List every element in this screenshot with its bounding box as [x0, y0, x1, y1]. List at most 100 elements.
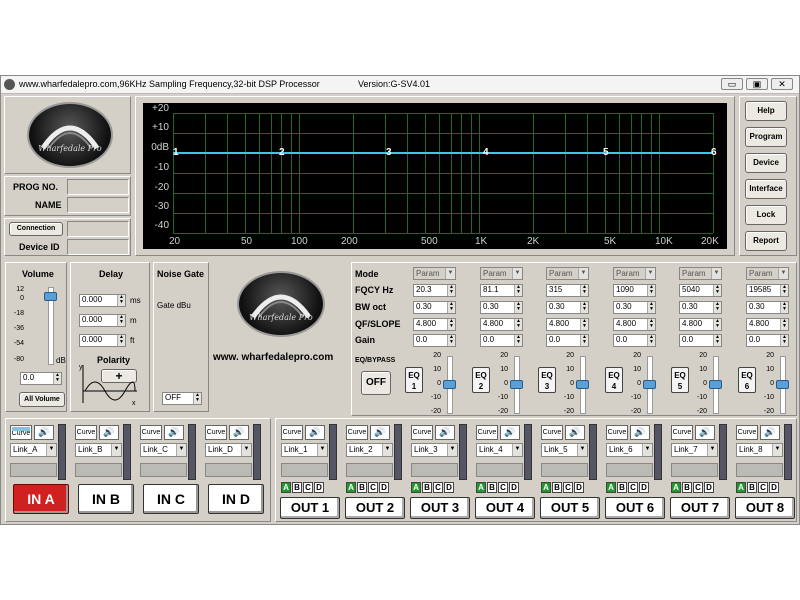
spin-arrows-icon[interactable]: ▲ ▼ — [193, 393, 201, 404]
spin-arrows-icon[interactable]: ▲ ▼ — [514, 285, 522, 296]
route-a-toggle[interactable]: A — [606, 482, 616, 493]
name-field[interactable] — [67, 197, 129, 213]
output-8-select-button[interactable]: OUT 8 — [735, 497, 795, 519]
route-c-toggle[interactable]: C — [563, 482, 573, 493]
volume-fader-handle[interactable] — [44, 292, 57, 302]
eq-node-4[interactable]: 4 — [483, 147, 489, 158]
route-b-toggle[interactable]: B — [487, 482, 497, 493]
input-1-select-button[interactable]: IN B — [78, 484, 134, 514]
speaker-icon[interactable]: 🔊 — [229, 425, 249, 440]
route-a-toggle[interactable]: A — [541, 482, 551, 493]
eq-mode-select[interactable]: Param ▼ — [746, 267, 789, 280]
curve-button[interactable]: Curve — [476, 425, 498, 440]
interface-button[interactable]: Interface — [745, 179, 787, 199]
frequency-response-graph[interactable]: +20 +10 0dB -10 -20 -30 -40 20 50 100 20… — [143, 103, 727, 249]
eq-gain-field[interactable]: 0.0 ▲ ▼ — [679, 334, 722, 347]
volume-value-field[interactable]: 0.0 ▲ ▼ — [20, 372, 62, 385]
eq-gain-fader-handle[interactable] — [576, 380, 589, 389]
route-d-toggle[interactable]: D — [509, 482, 519, 493]
speaker-icon[interactable]: 🔊 — [695, 425, 715, 440]
spin-arrows-icon[interactable]: ▲ ▼ — [713, 302, 721, 313]
eq-gain-field[interactable]: 0.0 ▲ ▼ — [546, 334, 589, 347]
route-d-toggle[interactable]: D — [639, 482, 649, 493]
spin-arrows-icon[interactable]: ▲ ▼ — [580, 285, 588, 296]
speaker-icon[interactable]: 🔊 — [34, 425, 54, 440]
spin-arrows-icon[interactable]: ▲ ▼ — [117, 335, 125, 346]
eq-node-2[interactable]: 2 — [279, 147, 285, 158]
eq-node-3[interactable]: 3 — [386, 147, 392, 158]
spin-arrows-icon[interactable]: ▲ ▼ — [647, 302, 655, 313]
output-6-select-button[interactable]: OUT 6 — [605, 497, 665, 519]
eq-mode-select[interactable]: Param ▼ — [480, 267, 523, 280]
lock-button[interactable]: Lock — [745, 205, 787, 225]
eq-qf-slope-field[interactable]: 4.800 ▲ ▼ — [679, 318, 722, 331]
spin-arrows-icon[interactable]: ▲ ▼ — [647, 319, 655, 330]
chevron-down-icon[interactable]: ▼ — [512, 444, 522, 456]
spin-arrows-icon[interactable]: ▲ ▼ — [447, 285, 455, 296]
route-a-toggle[interactable]: A — [671, 482, 681, 493]
spin-arrows-icon[interactable]: ▲ ▼ — [580, 319, 588, 330]
eq-node-5[interactable]: 5 — [603, 147, 609, 158]
chevron-down-icon[interactable]: ▼ — [382, 444, 392, 456]
chevron-down-icon[interactable]: ▼ — [512, 268, 522, 279]
eq-qf-slope-field[interactable]: 4.800 ▲ ▼ — [546, 318, 589, 331]
eq-gain-field[interactable]: 0.0 ▲ ▼ — [413, 334, 456, 347]
speaker-icon[interactable]: 🔊 — [630, 425, 650, 440]
spin-arrows-icon[interactable]: ▲ ▼ — [514, 335, 522, 346]
eq-frequency-field[interactable]: 81.1 ▲ ▼ — [480, 284, 523, 297]
route-c-toggle[interactable]: C — [498, 482, 508, 493]
eq-gain-fader-handle[interactable] — [709, 380, 722, 389]
eq-frequency-field[interactable]: 20.3 ▲ ▼ — [413, 284, 456, 297]
minimize-button[interactable]: ▭ — [721, 78, 743, 90]
spin-arrows-icon[interactable]: ▲ ▼ — [117, 315, 125, 326]
chevron-down-icon[interactable]: ▼ — [578, 268, 588, 279]
curve-button[interactable]: Curve — [281, 425, 303, 440]
eq-qf-slope-field[interactable]: 4.800 ▲ ▼ — [613, 318, 656, 331]
help-button[interactable]: Help — [745, 101, 787, 121]
curve-button[interactable]: Curve — [411, 425, 433, 440]
report-button[interactable]: Report — [745, 231, 787, 251]
route-c-toggle[interactable]: C — [758, 482, 768, 493]
input-2-select-button[interactable]: IN C — [143, 484, 199, 514]
eq-frequency-field[interactable]: 1090 ▲ ▼ — [613, 284, 656, 297]
gate-value-field[interactable]: OFF ▲ ▼ — [162, 392, 202, 405]
eq-gain-field[interactable]: 0.0 ▲ ▼ — [613, 334, 656, 347]
route-a-toggle[interactable]: A — [281, 482, 291, 493]
link-select[interactable]: Link_1 ▼ — [281, 443, 328, 457]
eq-band-button-1[interactable]: EQ 1 — [405, 367, 423, 393]
eq-band-button-5[interactable]: EQ 5 — [671, 367, 689, 393]
route-d-toggle[interactable]: D — [314, 482, 324, 493]
eq-bandwidth-field[interactable]: 0.30 ▲ ▼ — [413, 301, 456, 314]
eq-gain-fader-handle[interactable] — [443, 380, 456, 389]
speaker-icon[interactable]: 🔊 — [305, 425, 325, 440]
link-select[interactable]: Link_4 ▼ — [476, 443, 523, 457]
spin-arrows-icon[interactable]: ▲ ▼ — [713, 335, 721, 346]
route-a-toggle[interactable]: A — [736, 482, 746, 493]
link-select[interactable]: Link_5 ▼ — [541, 443, 588, 457]
route-b-toggle[interactable]: B — [422, 482, 432, 493]
route-b-toggle[interactable]: B — [552, 482, 562, 493]
spin-arrows-icon[interactable]: ▲ ▼ — [713, 319, 721, 330]
curve-button[interactable]: Curve — [606, 425, 628, 440]
chevron-down-icon[interactable]: ▼ — [642, 444, 652, 456]
spin-arrows-icon[interactable]: ▲ ▼ — [447, 302, 455, 313]
speaker-icon[interactable]: 🔊 — [500, 425, 520, 440]
chevron-down-icon[interactable]: ▼ — [711, 268, 721, 279]
spin-arrows-icon[interactable]: ▲ ▼ — [447, 319, 455, 330]
eq-bandwidth-field[interactable]: 0.30 ▲ ▼ — [679, 301, 722, 314]
route-b-toggle[interactable]: B — [292, 482, 302, 493]
chevron-down-icon[interactable]: ▼ — [778, 268, 788, 279]
device-button[interactable]: Device — [745, 153, 787, 173]
spin-arrows-icon[interactable]: ▲ ▼ — [647, 285, 655, 296]
spin-arrows-icon[interactable]: ▲ ▼ — [447, 335, 455, 346]
prog-no-field[interactable] — [67, 179, 129, 195]
chevron-down-icon[interactable]: ▼ — [645, 268, 655, 279]
chevron-down-icon[interactable]: ▼ — [707, 444, 717, 456]
spin-arrows-icon[interactable]: ▲ ▼ — [117, 295, 125, 306]
eq-node-1[interactable]: 1 — [173, 147, 179, 158]
output-1-select-button[interactable]: OUT 1 — [280, 497, 340, 519]
maximize-button[interactable]: ▣ — [746, 78, 768, 90]
spin-arrows-icon[interactable]: ▲ ▼ — [580, 302, 588, 313]
route-b-toggle[interactable]: B — [747, 482, 757, 493]
curve-button[interactable]: Curve — [205, 425, 227, 440]
